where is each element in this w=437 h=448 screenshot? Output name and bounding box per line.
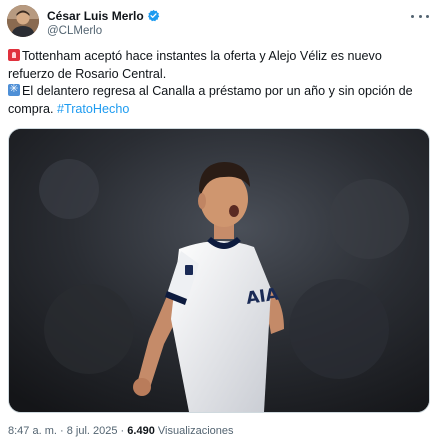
verified-badge-icon [147, 9, 160, 22]
tweet-line-1: Tottenham aceptó hace instantes la ofert… [8, 48, 430, 66]
meta-separator-2: · [120, 425, 125, 437]
avatar[interactable] [7, 5, 39, 37]
author-info: César Luis Merlo @CLMerlo [47, 7, 160, 37]
tweet-time[interactable]: 8:47 a. m. [8, 425, 57, 437]
tweet-line-2: refuerzo de Rosario Central. [8, 66, 167, 81]
asterisk-emoji-icon [8, 82, 20, 96]
views-label: Visualizaciones [157, 425, 234, 437]
tweet-photo[interactable]: AIA [8, 128, 430, 413]
hashtag-link[interactable]: #TratoHecho [57, 102, 129, 116]
views-count[interactable]: 6.490 [127, 425, 155, 437]
more-options-icon[interactable] [411, 9, 429, 23]
tweet-metadata: 8:47 a. m. · 8 jul. 2025 · 6.490 Visuali… [8, 425, 234, 437]
tweet-text: Tottenham aceptó hace instantes la ofert… [8, 48, 430, 118]
author-handle[interactable]: @CLMerlo [47, 25, 160, 37]
meta-separator: · [59, 425, 64, 437]
tweet-header: César Luis Merlo @CLMerlo [7, 5, 431, 41]
display-name[interactable]: César Luis Merlo [47, 9, 144, 23]
tweet-line-4: compra. #TratoHecho [8, 101, 130, 116]
tweet-line-3: El delantero regresa al Canalla a présta… [8, 82, 430, 101]
tweet-date[interactable]: 8 jul. 2025 [67, 425, 118, 437]
siren-emoji-icon [8, 49, 20, 61]
tweet-card[interactable]: César Luis Merlo @CLMerlo Tottenham acep… [0, 0, 437, 448]
